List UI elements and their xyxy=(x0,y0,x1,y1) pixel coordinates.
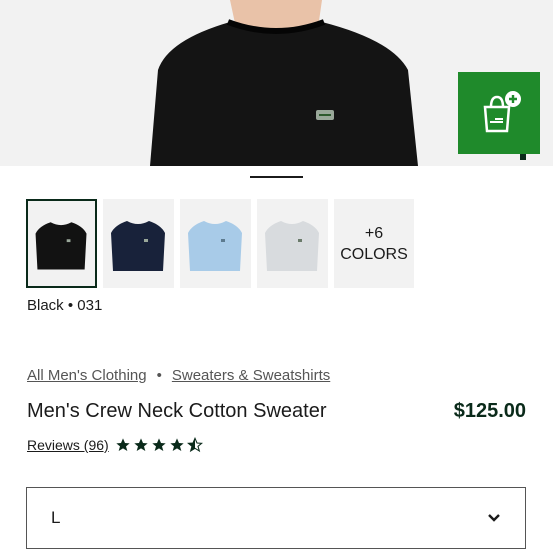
more-colors-button[interactable]: +6 COLORS xyxy=(334,199,414,288)
reviews-link[interactable]: Reviews (96) xyxy=(27,437,109,453)
breadcrumb-link-mens-clothing[interactable]: All Men's Clothing xyxy=(27,367,147,384)
color-thumbnails: +6 COLORS xyxy=(26,199,414,288)
product-price: $125.00 xyxy=(453,400,526,422)
star-icon xyxy=(134,438,148,451)
breadcrumb-link-sweaters[interactable]: Sweaters & Sweatshirts xyxy=(172,367,330,384)
star-icon xyxy=(116,438,130,451)
half-star-icon xyxy=(186,437,203,453)
breadcrumb: All Men's Clothing • Sweaters & Sweatshi… xyxy=(27,367,330,384)
star-icon xyxy=(170,438,184,451)
image-marker xyxy=(520,154,526,160)
reviews-row: Reviews (96) xyxy=(27,437,203,453)
shopping-bag-plus-icon xyxy=(483,91,521,133)
color-thumb-light-grey[interactable] xyxy=(257,199,328,288)
sweater-image xyxy=(111,221,165,271)
product-title: Men's Crew Neck Cotton Sweater xyxy=(27,400,327,422)
more-colors-count: +6 xyxy=(364,224,384,242)
chevron-down-icon xyxy=(488,514,500,522)
selected-color: Black • 031 xyxy=(27,297,102,314)
carousel-indicator xyxy=(250,176,303,178)
size-select[interactable]: L xyxy=(26,487,526,549)
color-separator: • xyxy=(67,297,74,314)
color-name: Black xyxy=(27,297,64,314)
sweater-image xyxy=(35,222,87,270)
size-value: L xyxy=(51,508,61,527)
color-thumb-black[interactable] xyxy=(26,199,97,288)
add-to-bag-button[interactable] xyxy=(458,72,540,154)
star-rating xyxy=(115,437,203,453)
sweater-image xyxy=(188,221,242,271)
color-thumb-light-blue[interactable] xyxy=(180,199,251,288)
color-code: 031 xyxy=(77,297,103,314)
sweater-image xyxy=(265,221,319,271)
color-thumb-navy[interactable] xyxy=(103,199,174,288)
breadcrumb-separator: • xyxy=(156,367,162,384)
more-colors-label: COLORS xyxy=(340,245,408,263)
star-icon xyxy=(152,438,166,451)
